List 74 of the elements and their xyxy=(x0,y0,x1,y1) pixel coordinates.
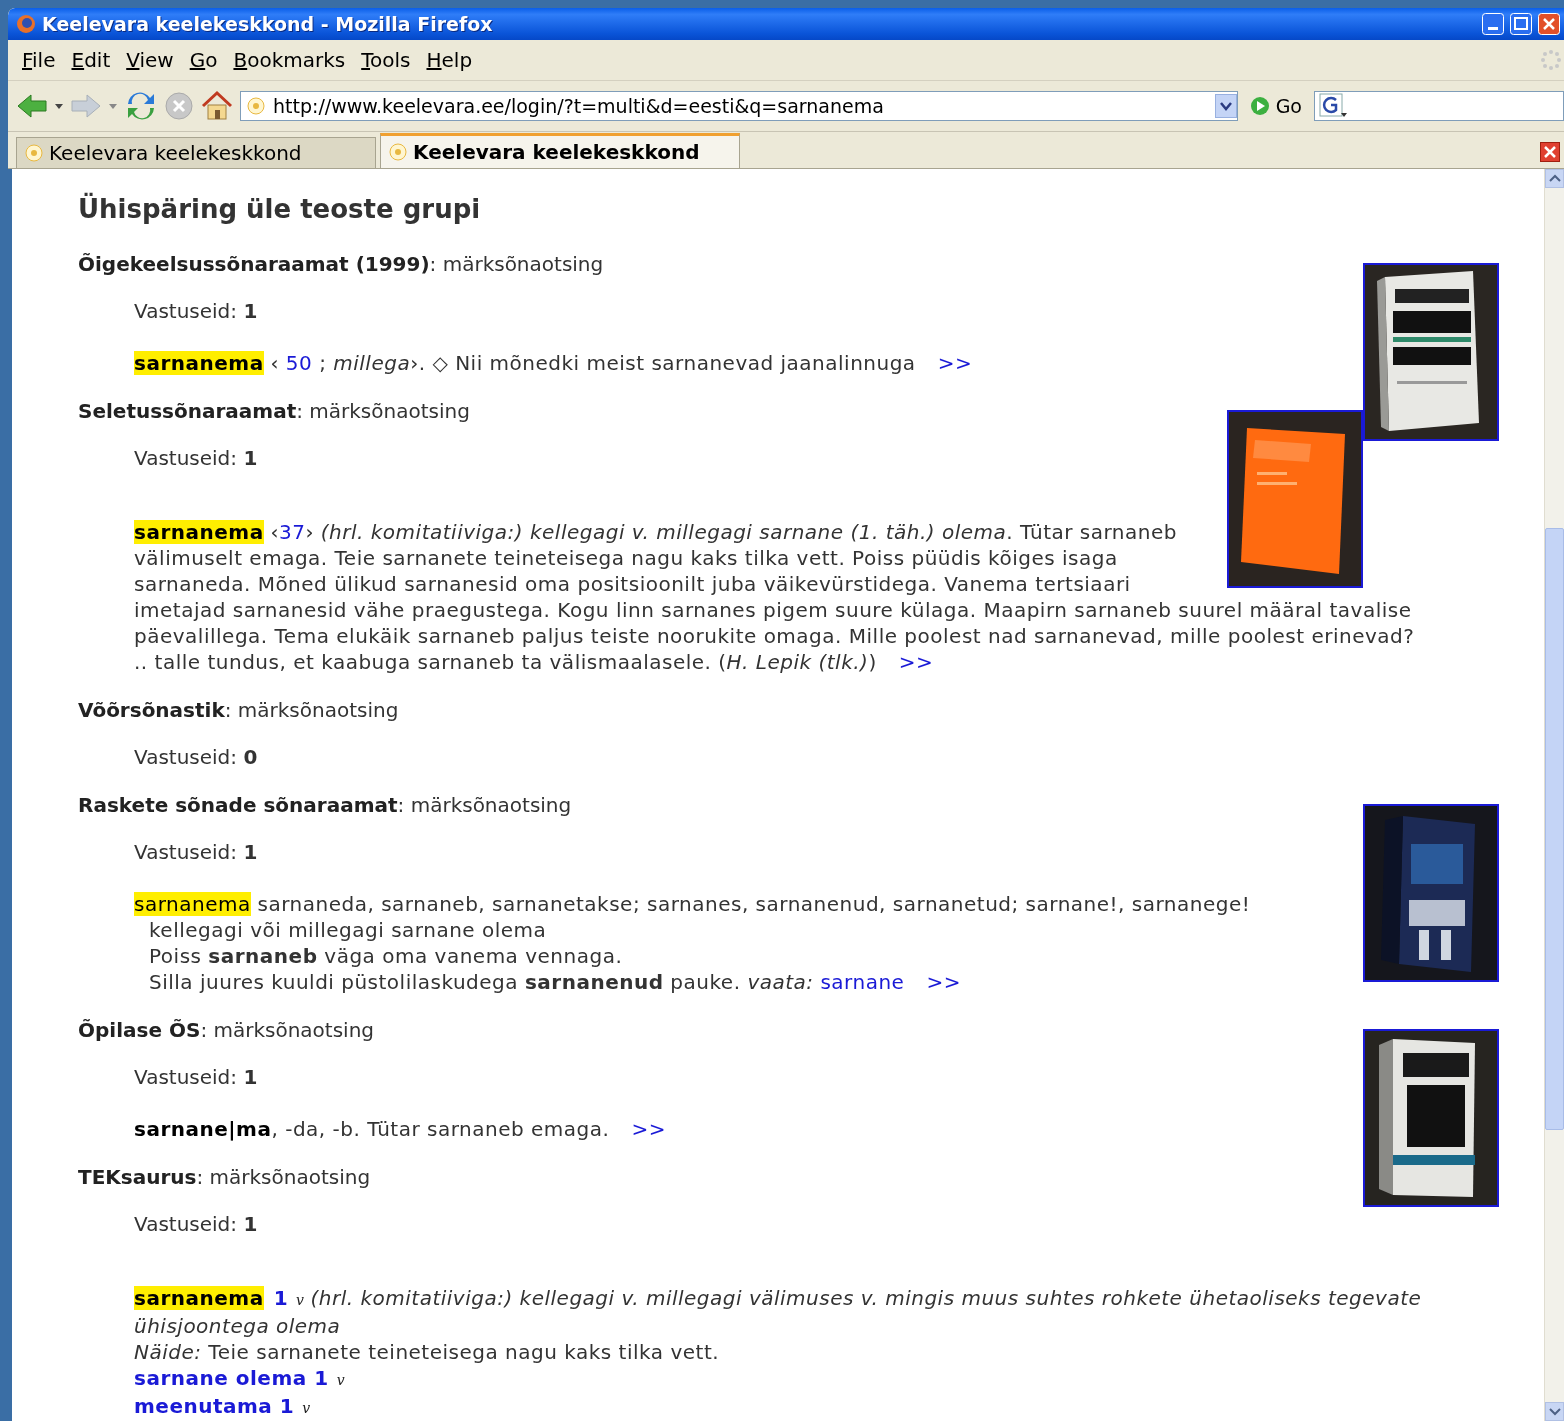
browser-tab[interactable]: Keelevara keelekeskkond xyxy=(380,133,740,168)
result-count: Vastuseid: 1 xyxy=(134,445,259,471)
site-icon xyxy=(389,143,407,161)
menu-item[interactable]: File xyxy=(14,46,64,74)
go-button[interactable]: Go xyxy=(1243,95,1308,117)
entry-text: Poiss sarnaneb väga oma vanema vennaga. xyxy=(149,944,623,968)
sense-number: 1 xyxy=(273,1286,289,1310)
section-heading: TEKsaurus: märksõnaotsing xyxy=(78,1164,372,1190)
scroll-up-button[interactable] xyxy=(1545,169,1564,188)
play-icon xyxy=(1249,96,1270,116)
entry-paragraph: sarnanema ‹37› (hrl. komitatiiviga:) kellegagi v. millegagi sarnane (1. täh.) olema. Tütar sarnaneb välimuselt emaga. Teie sarnanete teineteisega nagu kaks tilka vett. Poiss püüdis kõiges isaga sarnaneda. Mõned ülikud sarnanesid oma positsioonilt juba väikevürstidega. Vanema tertsiaari imetajad sarnanesid vähe praegustega. Kogu linn sarnanes pigem suure külaga. Maapirn sarnaneb suurel määral tavalise päevalillega. Tema elukäik sarnaneb paljus teiste noorukite omaga. Mille poolest nad sarnanevad, mille poolest erinevad? .. talle tundus, et kaabuga sarnaneb ta välismaalasele. (H. Lepik (tlk.)) >> xyxy=(134,519,1416,675)
part-of-speech-label: v xyxy=(296,1292,305,1308)
scrollbar-thumb[interactable] xyxy=(1545,528,1564,1130)
link[interactable]: sarnane xyxy=(820,970,905,994)
search-field[interactable] xyxy=(1314,91,1564,121)
term-link[interactable]: sarnane olema 1 xyxy=(134,1366,329,1390)
link[interactable]: 37 xyxy=(279,520,306,544)
headword: sarnanema xyxy=(134,351,264,375)
section-heading: Raskete sõnade sõnaraamat: märksõnaotsing xyxy=(78,792,573,818)
back-button[interactable] xyxy=(16,92,48,120)
chevron-up-icon xyxy=(1548,174,1561,183)
scroll-down-button[interactable] xyxy=(1545,1402,1564,1421)
result-count: Vastuseid: 1 xyxy=(134,1211,259,1237)
result-count: Vastuseid: 1 xyxy=(134,298,259,324)
minimize-button[interactable] xyxy=(1482,13,1504,35)
entry-text: , -da, -b. Tütar sarnaneb emaga. xyxy=(271,1117,610,1141)
more-link[interactable]: >> xyxy=(937,351,973,375)
menu-item[interactable]: Help xyxy=(418,46,481,74)
menu-item[interactable]: Bookmarks xyxy=(225,46,354,74)
menu-item[interactable]: Go xyxy=(181,46,226,74)
part-of-speech-label: v xyxy=(336,1372,346,1388)
more-link[interactable]: >> xyxy=(926,970,961,994)
section-heading: Õpilase ÕS: märksõnaotsing xyxy=(78,1017,376,1043)
headword: sarnanema xyxy=(134,1286,264,1310)
entry-text: ‹ xyxy=(269,351,280,375)
search-engine-icon[interactable] xyxy=(1319,93,1349,119)
menu-item[interactable]: Edit xyxy=(63,46,119,74)
entry-text: ; millega›. ◇ Nii mõnedki meist sarnanevad jaanalinnuga xyxy=(318,351,916,375)
close-tab-button[interactable] xyxy=(1540,142,1560,162)
page-title: Ühispäring üle teoste grupi xyxy=(78,191,482,226)
link[interactable]: 50 xyxy=(285,351,313,375)
browser-tab[interactable]: Keelevara keelekeskkond xyxy=(16,137,376,168)
headword: sarnanema xyxy=(134,892,251,916)
entry-paragraph: sarnanema 1 v (hrl. komitatiiviga:) kellegagi v. millegagi välimuses v. mingis muus suhtes rohkete ühetaoliseks tegevate ühisjoontega olema xyxy=(134,1285,1423,1339)
menu-item[interactable]: View xyxy=(118,46,182,74)
site-icon xyxy=(25,144,43,162)
dropdown-arrow-icon[interactable] xyxy=(54,102,64,110)
entry-text: sarnaneda, sarnaneb, sarnanetakse; sarnanes, sarnanenud, sarnanetud; sarnane!, sarnanege! xyxy=(256,892,1251,916)
entry-text: kellegagi või millegagi sarnane olema xyxy=(149,918,547,942)
term-link[interactable]: meenutama 1 xyxy=(134,1394,295,1418)
result-count: Vastuseid: 0 xyxy=(134,744,259,770)
entry-paragraph: Näide: Teie sarnanete teineteisega nagu kaks tilka vett. xyxy=(134,1339,721,1365)
menu-item[interactable]: Tools xyxy=(353,46,419,74)
site-icon xyxy=(247,97,265,115)
window-title: Keelevara keelekeskkond - Mozilla Firefox xyxy=(42,13,494,35)
address-field[interactable]: http://www.keelevara.ee/login/?t=multi&d=eesti&q=sarnanema xyxy=(240,91,1238,121)
home-button[interactable] xyxy=(200,90,234,122)
more-link[interactable]: >> xyxy=(898,650,934,674)
headword: sarnane|ma xyxy=(134,1117,272,1141)
section-heading: Seletussõnaraamat: märksõnaotsing xyxy=(78,398,471,424)
headword: sarnanema xyxy=(134,520,264,544)
result-count: Vastuseid: 1 xyxy=(134,1064,259,1090)
section-heading: Võõrsõnastik: märksõnaotsing xyxy=(78,697,400,723)
maximize-button[interactable] xyxy=(1510,13,1532,35)
close-button[interactable] xyxy=(1538,13,1560,35)
more-link[interactable]: >> xyxy=(631,1117,666,1141)
section-heading: Õigekeelsussõnaraamat (1999): märksõnaotsing xyxy=(78,251,605,277)
dropdown-button[interactable] xyxy=(1214,94,1237,118)
entry-text: Silla juures kuuldi püstolilaskudega sarnanenud pauke. vaata: xyxy=(149,970,815,994)
throbber-icon xyxy=(1540,49,1562,71)
browser-logo-icon xyxy=(16,14,36,34)
part-of-speech-label: v xyxy=(302,1400,311,1416)
result-count: Vastuseid: 1 xyxy=(134,839,259,865)
chevron-down-icon xyxy=(1548,1407,1561,1416)
